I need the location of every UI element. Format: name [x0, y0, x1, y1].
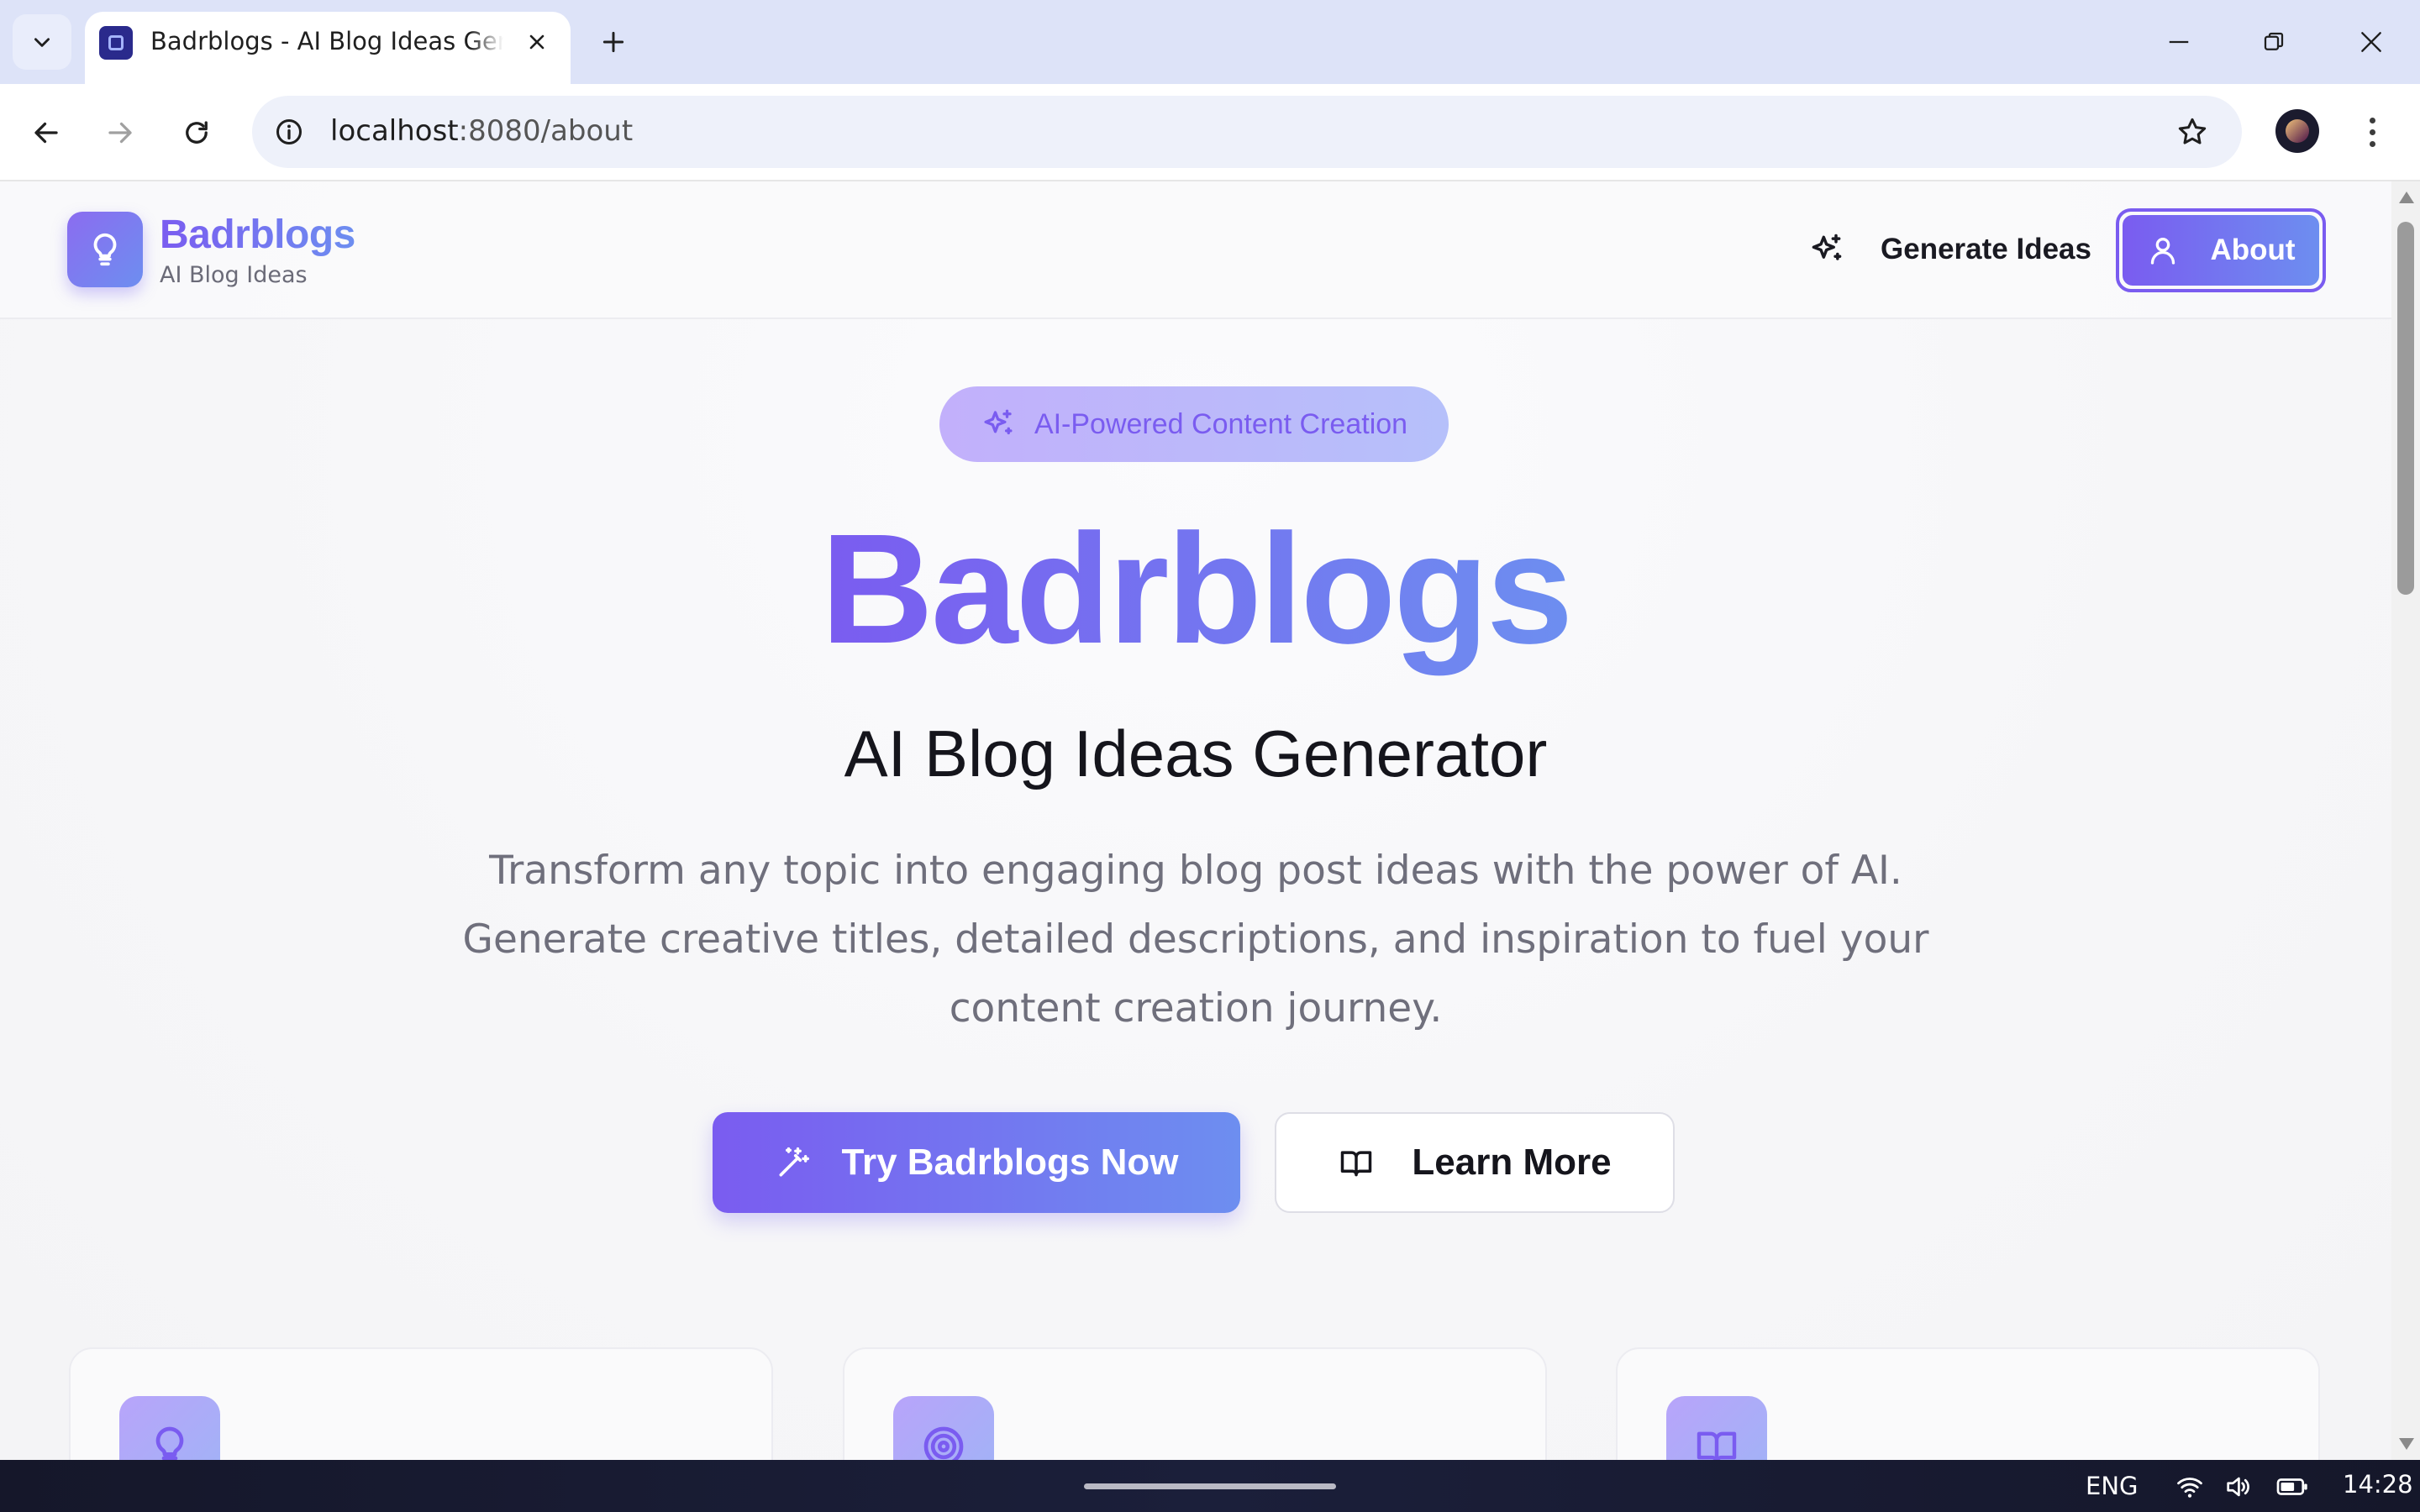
- browser-tab-active[interactable]: Badrblogs - AI Blog Ideas Generator: [85, 12, 571, 87]
- bulb-favicon: [99, 26, 133, 60]
- target-icon: [923, 1426, 964, 1460]
- avatar[interactable]: [2275, 109, 2319, 153]
- kebab-menu-icon: [2369, 129, 2375, 135]
- hero-badge: AI-Powered Content Creation: [939, 386, 1449, 462]
- kebab-menu-icon: [2369, 140, 2375, 147]
- chevron-down-icon: [34, 38, 50, 47]
- magic-wand-icon: [779, 1147, 809, 1177]
- hero-title: Badrblogs: [0, 502, 2391, 676]
- page-viewport: Badrblogs AI Blog Ideas Generate Ideas A…: [0, 181, 2391, 1460]
- hero-subtitle: AI Blog Ideas Generator: [844, 717, 1548, 790]
- clock[interactable]: 14:28: [2343, 1470, 2413, 1499]
- site-info-button[interactable]: [271, 113, 308, 150]
- logo[interactable]: [67, 212, 143, 287]
- browser-toolbar: localhost:8080/about: [0, 84, 2420, 181]
- arrow-left-icon: [34, 122, 58, 144]
- wifi-icon[interactable]: [2173, 1470, 2207, 1504]
- browser-menu-button[interactable]: [2351, 111, 2393, 153]
- hero-description: Transform any topic into engaging blog p…: [462, 848, 1929, 1032]
- learn-more-button[interactable]: Learn More: [1275, 1112, 1675, 1213]
- profile-planet-image: [2286, 119, 2309, 143]
- plus-icon: [602, 31, 624, 53]
- feature-card-icon: [119, 1396, 220, 1460]
- nav-generate-ideas[interactable]: Generate Ideas: [1808, 223, 2091, 276]
- close-window-button[interactable]: [2346, 17, 2396, 67]
- restore-icon: [2264, 32, 2284, 50]
- brand-tagline: AI Blog Ideas: [160, 262, 308, 288]
- url-text[interactable]: localhost:8080/about: [330, 114, 633, 148]
- close-tab-button[interactable]: [520, 25, 554, 59]
- bookmark-button[interactable]: [2171, 111, 2213, 153]
- restore-button[interactable]: [2249, 17, 2299, 67]
- reload-icon: [186, 121, 208, 144]
- hero-badge-label: AI-Powered Content Creation: [1034, 407, 1408, 440]
- back-button[interactable]: [21, 108, 71, 158]
- url-path: :8080/about: [458, 114, 634, 148]
- new-tab-button[interactable]: [592, 21, 634, 63]
- nav-about-inner: About: [2123, 215, 2319, 286]
- language-indicator[interactable]: ENG: [2086, 1472, 2139, 1500]
- star-icon: [2178, 118, 2207, 144]
- page-scrollbar[interactable]: [2391, 181, 2420, 1460]
- sparkles-icon: [1812, 234, 1842, 260]
- nav-about-label: About: [2210, 234, 2296, 266]
- url-host: localhost: [330, 114, 459, 148]
- scroll-up-arrow-icon[interactable]: [2399, 192, 2414, 203]
- feature-card: [1616, 1347, 2320, 1460]
- reload-button[interactable]: [171, 108, 222, 158]
- close-icon: [529, 34, 544, 50]
- learn-more-label: Learn More: [1412, 1142, 1612, 1183]
- nav-about-button[interactable]: About: [2116, 208, 2326, 292]
- try-now-label: Try Badrblogs Now: [841, 1142, 1179, 1183]
- close-icon: [2361, 32, 2381, 52]
- book-open-icon: [1697, 1431, 1737, 1460]
- address-bar[interactable]: localhost:8080/about: [252, 96, 2242, 168]
- kebab-menu-icon: [2369, 117, 2375, 123]
- book-open-icon: [1341, 1151, 1372, 1177]
- feature-card: [69, 1347, 773, 1460]
- user-icon: [2151, 238, 2175, 265]
- brand-name[interactable]: Badrblogs: [160, 212, 355, 258]
- scrollbar-thumb[interactable]: [2397, 222, 2414, 595]
- os-taskbar: ENG 14:28: [0, 1460, 2420, 1512]
- bulb-icon: [155, 1426, 184, 1460]
- minimize-icon: [2169, 40, 2189, 44]
- arrow-right-icon: [108, 122, 132, 144]
- battery-icon[interactable]: [2275, 1470, 2309, 1504]
- tab-search-button[interactable]: [13, 14, 71, 70]
- feature-card-icon: [1666, 1396, 1767, 1460]
- scroll-down-arrow-icon[interactable]: [2399, 1438, 2414, 1450]
- browser-tab-strip: Badrblogs - AI Blog Ideas Generator: [0, 0, 2420, 87]
- hero-title-text: Badrblogs: [820, 502, 1574, 676]
- site-navbar: Badrblogs AI Blog Ideas Generate Ideas A…: [0, 181, 2391, 319]
- feature-card: [843, 1347, 1547, 1460]
- try-now-button[interactable]: Try Badrblogs Now: [713, 1112, 1240, 1213]
- info-icon: [276, 119, 302, 144]
- forward-button[interactable]: [95, 108, 145, 158]
- tab-title: Badrblogs - AI Blog Ideas Generator: [150, 27, 503, 55]
- sparkles-icon: [984, 409, 1013, 435]
- nav-generate-label: Generate Ideas: [1881, 233, 2091, 265]
- minimize-button[interactable]: [2154, 17, 2204, 67]
- bulb-icon: [93, 233, 117, 266]
- feature-card-icon: [893, 1396, 994, 1460]
- home-handle[interactable]: [1084, 1483, 1336, 1489]
- volume-icon[interactable]: [2221, 1470, 2254, 1504]
